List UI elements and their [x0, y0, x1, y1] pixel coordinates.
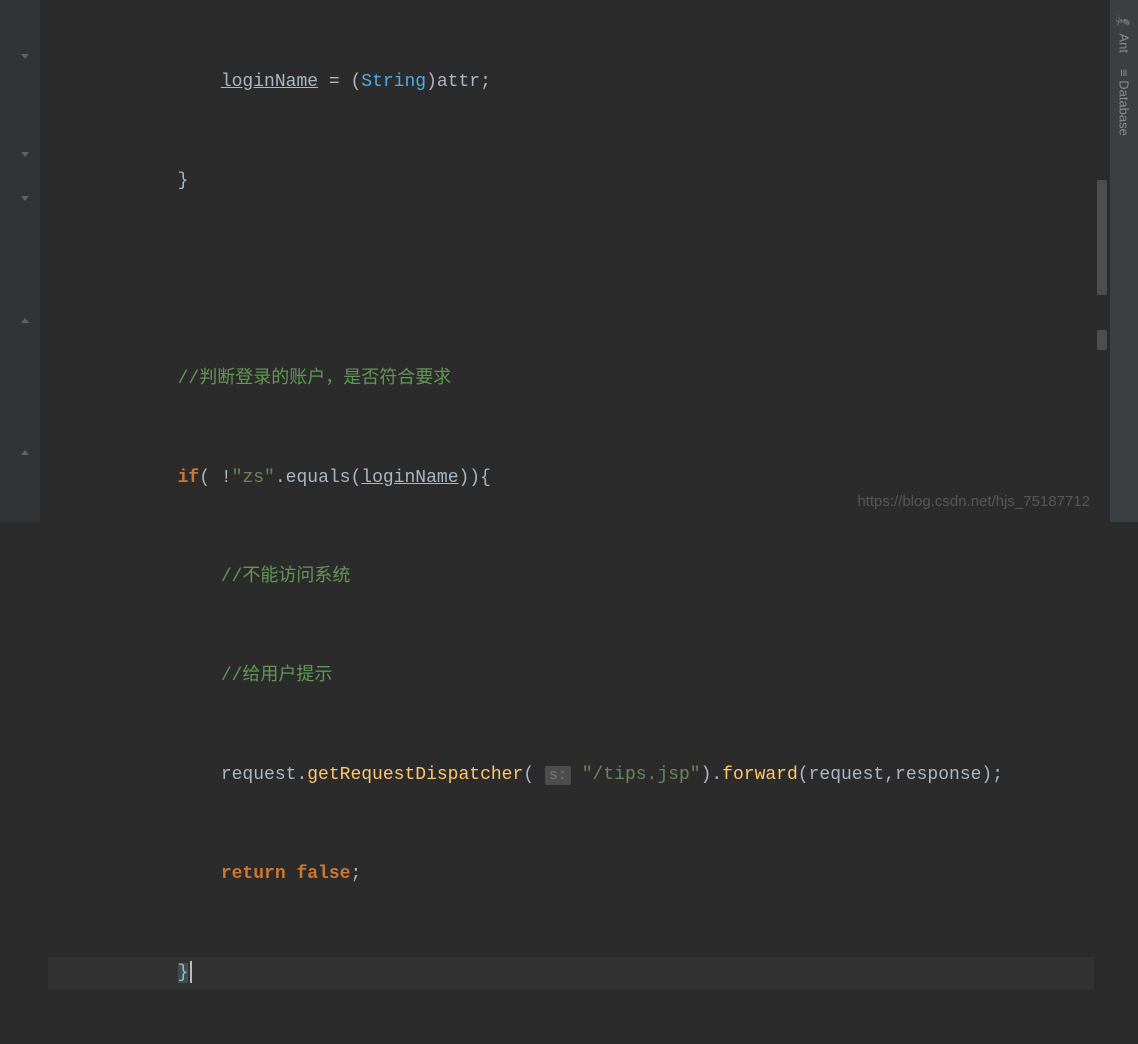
right-tool-panel: 🐜 Ant ≡ Database — [1110, 0, 1138, 522]
space — [571, 765, 582, 785]
punct: ). — [701, 765, 723, 785]
gutter — [0, 0, 40, 522]
code-line: return false; — [48, 858, 1094, 891]
indent — [48, 567, 221, 587]
tab-ant[interactable]: 🐜 Ant — [1113, 6, 1136, 61]
indent — [48, 72, 221, 92]
variable: loginName — [361, 468, 458, 488]
code-area[interactable]: loginName = (String)attr; } //判断登录的账户，是否… — [40, 0, 1094, 522]
code-line: request.getRequestDispatcher( s: "/tips.… — [48, 759, 1094, 792]
type-cast: String — [361, 72, 426, 92]
keyword-return: return — [221, 864, 286, 884]
tab-database[interactable]: ≡ Database — [1113, 61, 1136, 144]
code-line-current: } — [48, 957, 1094, 990]
brace-highlighted: } — [178, 963, 189, 983]
punct: ( ! — [199, 468, 231, 488]
semicolon: ; — [350, 864, 361, 884]
scroll-marker — [1097, 180, 1107, 295]
database-icon: ≡ — [1117, 69, 1132, 77]
comment: //不能访问系统 — [221, 567, 351, 587]
indent — [48, 666, 221, 686]
space — [286, 864, 297, 884]
ant-icon: 🐜 — [1117, 14, 1132, 30]
punct: )){ — [459, 468, 491, 488]
scrollbar-track[interactable] — [1094, 0, 1110, 522]
text-cursor — [190, 961, 192, 983]
fold-marker-icon[interactable] — [18, 148, 32, 162]
punct: ( — [523, 765, 545, 785]
comment: //判断登录的账户，是否符合要求 — [178, 369, 452, 389]
fold-marker-icon[interactable] — [18, 50, 32, 64]
indent — [48, 963, 178, 983]
fold-marker-icon[interactable] — [18, 192, 32, 206]
method-name: forward — [722, 765, 798, 785]
param-hint: s: — [545, 766, 571, 785]
scroll-marker — [1097, 330, 1107, 350]
editor-container: loginName = (String)attr; } //判断登录的账户，是否… — [0, 0, 1138, 522]
indent — [48, 765, 221, 785]
brace: } — [178, 171, 189, 191]
fold-marker-icon[interactable] — [18, 446, 32, 460]
tab-label: Database — [1117, 80, 1132, 136]
code-line: loginName = (String)attr; — [48, 66, 1094, 99]
code-line: //不能访问系统 — [48, 561, 1094, 594]
variable: loginName — [221, 72, 318, 92]
watermark-text: https://blog.csdn.net/hjs_75187712 — [857, 493, 1090, 510]
method-name: getRequestDispatcher — [307, 765, 523, 785]
comment: //给用户提示 — [221, 666, 333, 686]
punct: )attr; — [426, 72, 491, 92]
indent — [48, 171, 178, 191]
method-call: .equals( — [275, 468, 361, 488]
object: request. — [221, 765, 307, 785]
code-line-empty — [48, 264, 1094, 297]
code-line: //给用户提示 — [48, 660, 1094, 693]
string-literal: "/tips.jsp" — [582, 765, 701, 785]
code-line: //判断登录的账户，是否符合要求 — [48, 363, 1094, 396]
string-literal: "zs" — [232, 468, 275, 488]
punct: = ( — [318, 72, 361, 92]
code-line: } — [48, 165, 1094, 198]
keyword-if: if — [178, 468, 200, 488]
indent — [48, 369, 178, 389]
indent — [48, 468, 178, 488]
indent — [48, 864, 221, 884]
fold-marker-icon[interactable] — [18, 314, 32, 328]
code-line: if( !"zs".equals(loginName)){ — [48, 462, 1094, 495]
keyword-false: false — [296, 864, 350, 884]
tab-label: Ant — [1117, 34, 1132, 54]
arguments: (request,response); — [798, 765, 1003, 785]
